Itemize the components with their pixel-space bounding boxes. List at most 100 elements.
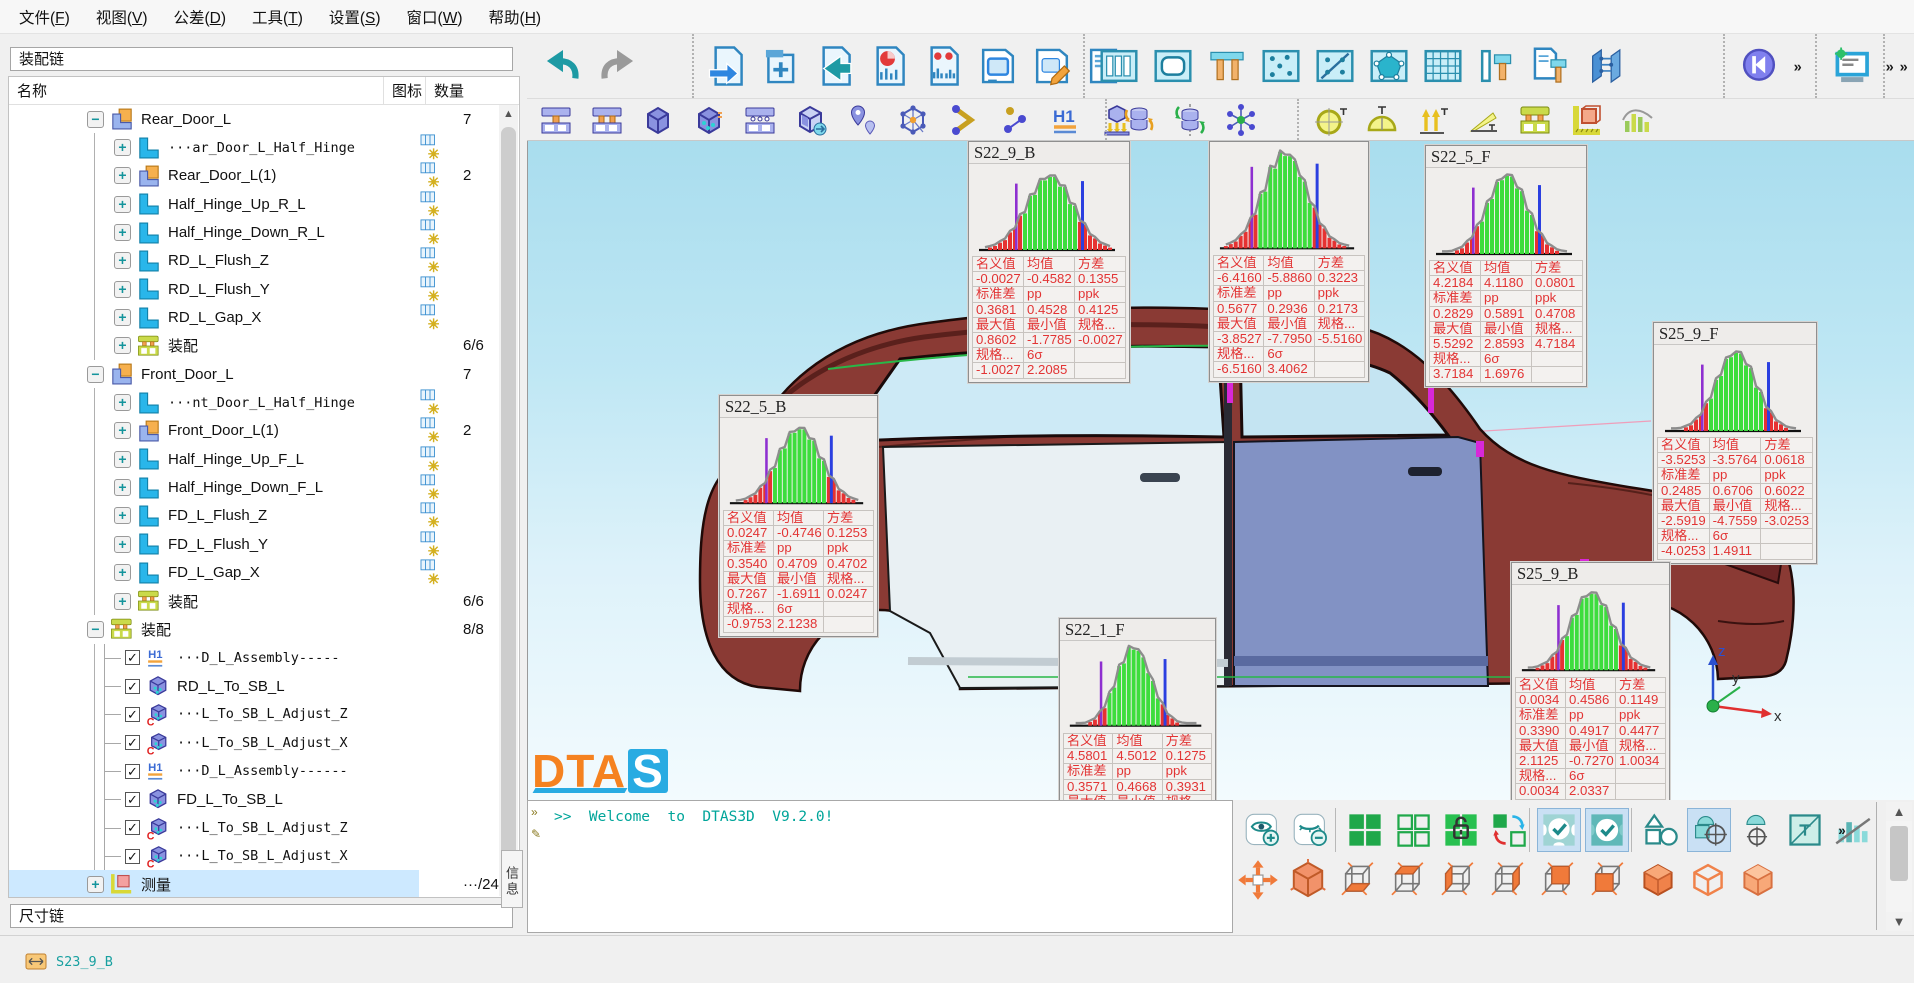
measurement-result-item[interactable]: S23_9_B (25, 952, 113, 971)
edit-document-button[interactable] (1026, 38, 1077, 94)
menu-item-s[interactable]: 设置(S) (316, 2, 394, 32)
panel-overflow-button[interactable]: » (1833, 808, 1859, 852)
expand-icon[interactable]: + (114, 451, 131, 468)
grid-gear-icon[interactable] (419, 191, 461, 218)
cube-face-front-button[interactable] (1535, 856, 1581, 904)
tolerance-cube-button[interactable] (685, 99, 733, 141)
spec-doc-button[interactable] (1525, 38, 1576, 94)
tree-row-Half_Hinge_Down_R_L[interactable]: +Half_Hinge_Down_R_L (9, 218, 519, 246)
support-feature-button[interactable] (1201, 38, 1252, 94)
tree-row-···L_To_SB_L_Adjust_X[interactable]: ✓C···L_To_SB_L_Adjust_X (9, 842, 519, 870)
layout-outline-button[interactable] (1391, 808, 1435, 852)
feature-target-button[interactable] (1687, 808, 1731, 852)
verify-complete-button[interactable] (1585, 808, 1629, 852)
expand-icon[interactable]: + (114, 139, 131, 156)
primitive-shapes-button[interactable] (1639, 808, 1683, 852)
move-all-button[interactable] (1235, 856, 1281, 904)
tree-row-···L_To_SB_L_Adjust_X[interactable]: ✓C···L_To_SB_L_Adjust_X (9, 729, 519, 757)
stat-card-S22_9_B[interactable]: S22_9_B名义值均值方差-0.0027-0.45820.1355标准差ppp… (968, 141, 1130, 383)
checkbox[interactable]: ✓ (125, 679, 140, 694)
tree-row-Front_Door_L(1)[interactable]: +Front_Door_L(1)2 (9, 417, 519, 445)
scroll-up-icon[interactable]: ▲ (1886, 802, 1912, 821)
tree-row-Half_Hinge_Up_F_L[interactable]: +Half_Hinge_Up_F_L (9, 445, 519, 473)
cube-face-left-button[interactable] (1435, 856, 1481, 904)
console-expand-icon[interactable]: » (531, 805, 538, 819)
scroll-down-icon[interactable]: ▼ (1886, 912, 1912, 931)
collapse-icon[interactable]: − (87, 621, 104, 638)
tree-row-Half_Hinge_Up_R_L[interactable]: +Half_Hinge_Up_R_L (9, 190, 519, 218)
checkbox[interactable]: ✓ (125, 849, 140, 864)
menu-item-f[interactable]: 文件(F) (6, 2, 83, 32)
measure-cube-button[interactable] (1562, 99, 1610, 141)
simulation-player-button[interactable] (1733, 38, 1784, 94)
expand-icon[interactable]: + (114, 196, 131, 213)
clamp-slots-button[interactable] (736, 99, 784, 141)
grid-gear-icon[interactable] (419, 559, 461, 586)
layout-swap-button[interactable] (1487, 808, 1531, 852)
stat-card-S25_9_B[interactable]: S25_9_B名义值均值方差0.00340.45860.1149标准差ppppk… (1511, 562, 1670, 800)
card-title[interactable]: S22_5_B (720, 396, 877, 418)
tree-row-···L_To_SB_L_Adjust_Z[interactable]: ✓C···L_To_SB_L_Adjust_Z (9, 700, 519, 728)
grid-gear-icon[interactable] (419, 446, 461, 473)
cube-face-bottom-button[interactable] (1335, 856, 1381, 904)
clamp-single-button[interactable] (532, 99, 580, 141)
tree-row-···D_L_Assembly-----[interactable]: ✓H1···D_L_Assembly----- (9, 644, 519, 672)
scroll-up-icon[interactable]: ▲ (499, 105, 518, 124)
tree-row-Rear_Door_L[interactable]: −Rear_Door_L7 (9, 105, 519, 133)
expand-icon[interactable]: + (114, 536, 131, 553)
tree-row-···L_To_SB_L_Adjust_Z[interactable]: ✓C···L_To_SB_L_Adjust_Z (9, 814, 519, 842)
dimension-chain-header[interactable]: 尺寸链 (10, 904, 513, 928)
grid-gear-icon[interactable] (419, 531, 461, 558)
angle-points-button[interactable] (940, 99, 988, 141)
toolbar-overflow-button[interactable]: » (1893, 38, 1914, 94)
hide-eye-button[interactable] (1289, 808, 1333, 852)
dome-target-button[interactable] (1735, 808, 1779, 852)
assembly-chain-header[interactable]: 装配链 (10, 47, 513, 71)
rivet-tool-button[interactable] (1471, 38, 1522, 94)
collapse-icon[interactable]: − (87, 111, 104, 128)
player-more-button[interactable]: » (1787, 38, 1817, 94)
tree-row-···ar_Door_L_Half_Hinge[interactable]: +···ar_Door_L_Half_Hinge (9, 133, 519, 161)
report-summary-button[interactable] (864, 38, 915, 94)
point-set-button[interactable] (1255, 38, 1306, 94)
slot-feature-button[interactable] (1093, 38, 1144, 94)
info-tab[interactable]: 信息 (501, 850, 523, 908)
layout-lock-button[interactable] (1439, 808, 1483, 852)
view-wireframe-button[interactable] (1685, 856, 1731, 904)
tree-row-FD_L_Flush_Y[interactable]: +FD_L_Flush_Y (9, 530, 519, 558)
stat-card-S22_5_B[interactable]: S22_5_B名义值均值方差0.0247-0.47460.1253标准差pppp… (719, 395, 878, 637)
expand-icon[interactable]: + (114, 422, 131, 439)
expand-icon[interactable]: + (87, 876, 104, 893)
redo-button[interactable] (591, 38, 642, 94)
expand-icon[interactable]: + (114, 564, 131, 581)
stat-card-S22_5_F[interactable]: S22_5_F名义值均值方差4.21844.11800.0801标准差ppppk… (1425, 145, 1587, 387)
column-count[interactable]: 数量 (425, 77, 483, 104)
cube-face-back-button[interactable] (1585, 856, 1631, 904)
expand-icon[interactable]: + (114, 593, 131, 610)
grid-gear-icon[interactable] (419, 162, 461, 189)
rotate-cylinder-button[interactable] (1115, 99, 1163, 141)
checkbox[interactable]: ✓ (125, 820, 140, 835)
show-eye-button[interactable] (1241, 808, 1285, 852)
parallel-planes-button[interactable] (1579, 38, 1630, 94)
frame-document-button[interactable] (972, 38, 1023, 94)
menu-item-h[interactable]: 帮助(H) (476, 2, 555, 32)
grid-gear-icon[interactable] (419, 474, 461, 501)
menu-item-w[interactable]: 窗口(W) (394, 2, 476, 32)
right-scrollbar-thumb[interactable] (1890, 826, 1908, 881)
stat-card-S22_1_F[interactable]: S22_1_F名义值均值方差4.58014.50120.1275标准差ppppk… (1059, 618, 1216, 800)
expand-icon[interactable]: + (114, 507, 131, 524)
export-model-button[interactable] (702, 38, 753, 94)
texture-toggle-button[interactable] (1783, 808, 1827, 852)
cube-face-right-button[interactable] (1485, 856, 1531, 904)
expand-icon[interactable]: + (114, 167, 131, 184)
3d-viewport[interactable]: z x y S22_9_B名义值均值方差-0.0027-0.45820.1355… (527, 141, 1914, 800)
tree-scrollbar[interactable]: ▲ ▼ (499, 105, 518, 896)
card-title[interactable]: S22_9_B (969, 142, 1129, 164)
tree-row-RD_L_Flush_Y[interactable]: +RD_L_Flush_Y (9, 275, 519, 303)
stat-card-S25_9_F[interactable]: S25_9_F名义值均值方差-3.5253-3.57640.0618标准差ppp… (1653, 322, 1817, 564)
tree-row-Front_Door_L[interactable]: −Front_Door_L7 (9, 360, 519, 388)
datum-cross-button[interactable] (1309, 38, 1360, 94)
tree-row-FD_L_Gap_X[interactable]: +FD_L_Gap_X (9, 559, 519, 587)
collapse-icon[interactable]: − (87, 366, 104, 383)
